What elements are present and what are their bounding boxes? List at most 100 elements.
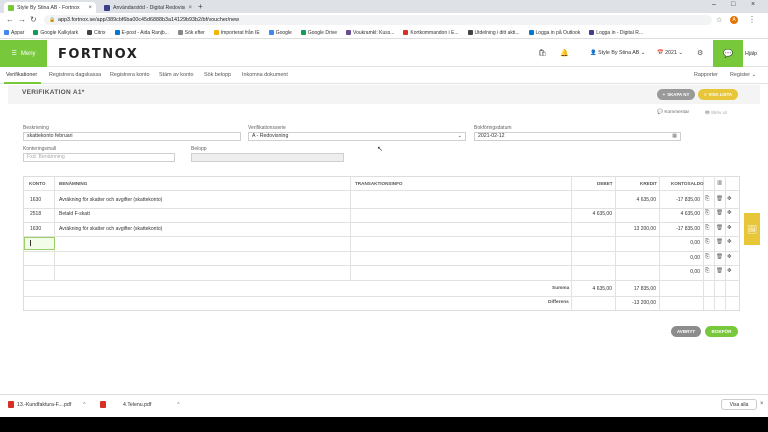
bookmark-item[interactable]: Google Drive (300, 30, 337, 36)
move-row-icon[interactable]: ✥ (727, 196, 732, 202)
download-item[interactable]: 13.-Kundfaktura-F....pdf ⌃ (8, 401, 87, 408)
attachment-panel-tab[interactable]: 🖼 (744, 213, 760, 245)
star-icon[interactable]: ☆ (716, 16, 722, 24)
copy-row-icon[interactable]: ⎘ (705, 254, 709, 261)
date-input[interactable]: 2021-02-12 ▦ (474, 132, 681, 141)
minimize-icon[interactable]: – (712, 1, 716, 8)
move-row-icon[interactable]: ✥ (727, 210, 732, 216)
description-input[interactable]: skattekonto februari (23, 132, 241, 141)
chat-button[interactable]: 💬 (713, 40, 743, 67)
column-settings-icon[interactable]: ▥ (717, 180, 722, 186)
close-tab-icon[interactable]: × (88, 5, 92, 11)
bookmark-item[interactable]: Kortkommandon i E... (403, 30, 459, 36)
series-select[interactable]: A - Redovisning ⌄ (248, 132, 466, 141)
move-row-icon[interactable]: ✥ (727, 225, 732, 231)
move-row-icon[interactable]: ✥ (727, 254, 732, 260)
bookmark-item[interactable]: Sök efter (177, 30, 205, 36)
browser-menu-icon[interactable]: ⋮ (748, 15, 756, 24)
delete-row-icon[interactable]: 🗑 (716, 210, 723, 216)
subnav-inkomna-dokument[interactable]: Inkomna dokument (242, 72, 288, 78)
maximize-icon[interactable]: □ (731, 1, 735, 8)
difference-label: Differens (548, 300, 569, 305)
new-tab-icon[interactable]: + (198, 2, 203, 11)
bookmark-favicon-icon (589, 30, 595, 35)
reload-icon[interactable]: ↻ (30, 15, 37, 24)
delete-row-icon[interactable]: 🗑 (716, 268, 723, 274)
bookmark-item[interactable]: Google Kalkylark (33, 30, 78, 36)
copy-row-icon[interactable]: ⎘ (705, 196, 709, 203)
delete-row-icon[interactable]: 🗑 (716, 225, 723, 231)
cell-kredit[interactable]: 13 200,00 (616, 226, 656, 232)
copy-row-icon[interactable]: ⎘ (705, 210, 709, 217)
bookmark-item[interactable]: Voukramkl: Kuss... (346, 30, 394, 36)
close-window-icon[interactable]: × (751, 1, 755, 8)
copy-row-icon[interactable]: ⎘ (705, 239, 709, 246)
bookmark-item[interactable]: Importerat från IE (213, 30, 260, 36)
show-all-downloads-button[interactable]: Visa alla (721, 399, 757, 410)
subnav-registrera-konto[interactable]: Registrera konto (110, 72, 150, 78)
close-tab-icon[interactable]: × (188, 5, 192, 11)
delete-row-icon[interactable]: 🗑 (716, 239, 723, 245)
cell-kredit[interactable]: 4 635,00 (616, 197, 656, 203)
show-list-button[interactable]: ≡ VISA LISTA (698, 89, 738, 100)
book-button[interactable]: BOKFÖR (705, 326, 738, 337)
delete-row-icon[interactable]: 🗑 (716, 196, 723, 202)
bookmark-item[interactable]: E-post - Aida Ranjb... (114, 30, 169, 36)
move-row-icon[interactable]: ✥ (727, 268, 732, 274)
menu-button[interactable]: ☰ Meny (0, 40, 47, 67)
move-row-icon[interactable]: ✥ (727, 239, 732, 245)
chevron-up-icon[interactable]: ⌃ (176, 402, 180, 408)
subnav-verifikationer[interactable]: Verifikationer (6, 72, 37, 78)
close-downloads-icon[interactable]: × (760, 401, 764, 407)
cell-benamning[interactable]: Avräkning för skatter och avgifter (skat… (59, 226, 162, 232)
cell-konto[interactable]: 1630 (30, 226, 41, 232)
cell-konto[interactable]: 2518 (30, 211, 41, 217)
bell-icon[interactable]: 🔔 (560, 49, 569, 57)
subnav-rapporter[interactable]: Rapporter (694, 72, 718, 78)
shopping-bag-icon[interactable]: 🛍 (538, 49, 547, 57)
subnav-registrera-dagskassa[interactable]: Registrera dagskassa (49, 72, 101, 78)
download-item[interactable]: 4.Telenu.pdf ⌃ (100, 401, 181, 408)
cell-benamning[interactable]: Avräkning för skatter och avgifter (skat… (59, 197, 162, 203)
year-selector[interactable]: 📅 2021 ⌄ (657, 50, 683, 56)
url-input[interactable]: 🔒 app3.fortnox.se/app/389cbf6ba00c45d688… (44, 15, 712, 25)
bookmark-item[interactable]: Logga in på Outlook (528, 30, 580, 36)
konto-input-active[interactable] (24, 237, 55, 250)
calendar-icon: 📅 (657, 50, 666, 56)
comment-link[interactable]: 💬 Kommentar (657, 110, 689, 115)
cell-debet[interactable]: 4 635,00 (572, 211, 612, 217)
bookmark-label: Logga in - Digital R... (596, 29, 643, 36)
bookmark-item[interactable]: Appar (4, 30, 24, 36)
delete-row-icon[interactable]: 🗑 (716, 254, 723, 260)
company-selector[interactable]: 👤 Style By Stina AB ⌄ (590, 50, 645, 56)
avatar[interactable]: A (730, 16, 738, 24)
cell-konto[interactable]: 1630 (30, 197, 41, 203)
back-icon[interactable]: ← (6, 15, 14, 24)
chevron-up-icon[interactable]: ⌃ (82, 402, 86, 408)
subnav-register[interactable]: Register ⌄ (730, 72, 756, 78)
create-new-button[interactable]: + SKAPA NY (657, 89, 695, 100)
forward-icon[interactable]: → (18, 15, 26, 24)
print-link: 🖶 Skriv ut (705, 110, 727, 118)
cell-benamning[interactable]: Betald F-skatt (59, 211, 90, 217)
subnav-stam-av-konto[interactable]: Stäm av konto (159, 72, 193, 78)
browser-tab-anvandarstod[interactable]: Användarstöd - Digital Redovisn... × (100, 2, 196, 13)
subnav-sok-belopp[interactable]: Sök belopp (204, 72, 231, 78)
template-input[interactable]: Fxd. Benämning (23, 153, 175, 162)
fortnox-logo[interactable]: FORTNOX (58, 47, 138, 62)
bookmark-item[interactable]: Logga in - Digital R... (589, 30, 643, 36)
difference-value: -13 200,00 (632, 300, 656, 306)
row-divider (23, 208, 740, 209)
bookmark-item[interactable]: Utdelning i ditt akti... (467, 30, 520, 36)
bookmark-item[interactable]: Google (268, 30, 292, 36)
cell-saldo: -17 835,00 (676, 226, 700, 232)
browser-tab-fortnox[interactable]: Style By Stina AB - Fortnox × (4, 2, 96, 13)
calendar-icon[interactable]: ▦ (672, 133, 677, 140)
copy-row-icon[interactable]: ⎘ (705, 225, 709, 232)
help-link[interactable]: Hjälp (745, 51, 757, 57)
copy-row-icon[interactable]: ⎘ (705, 268, 709, 275)
cell-saldo: -17 835,00 (676, 197, 700, 203)
bookmark-item[interactable]: Citrix (87, 30, 106, 36)
cancel-button[interactable]: AVBRYT (671, 326, 701, 337)
gear-icon[interactable]: ⚙ (697, 49, 703, 57)
